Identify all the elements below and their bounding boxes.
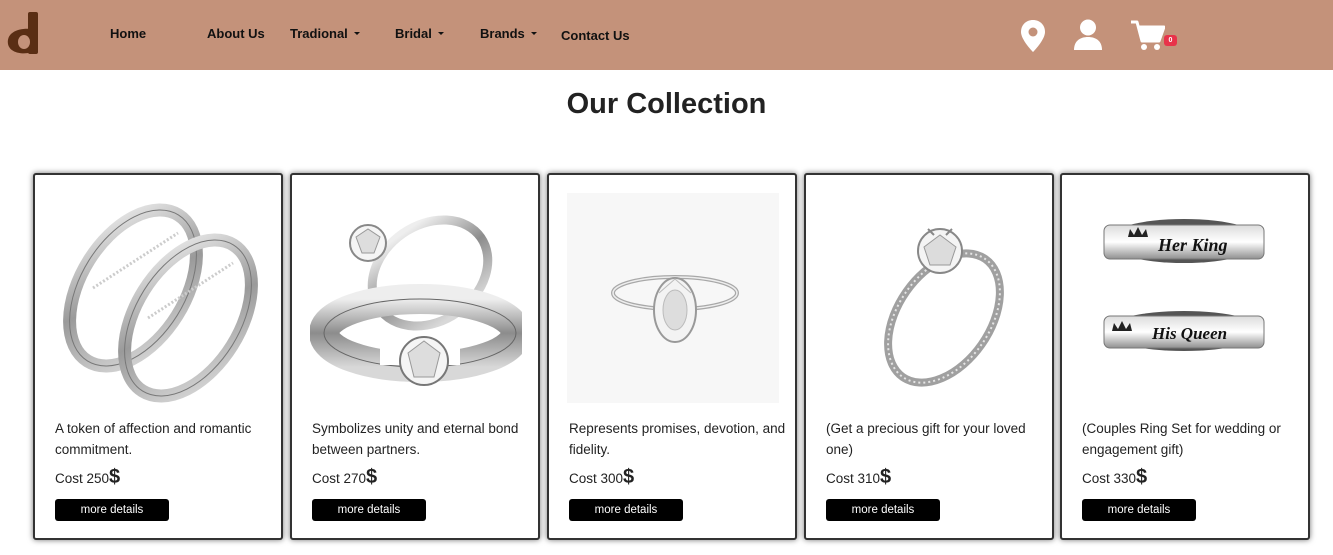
dollar-sign: $ [109,466,121,488]
product-cost: Cost 250$ [55,466,121,488]
product-card: Represents promises, devotion, and fidel… [547,173,797,540]
more-details-button[interactable]: more details [312,499,426,521]
dollar-sign: $ [366,466,378,488]
dollar-sign: $ [1136,466,1148,488]
her-king-engraving: Her King [1157,235,1228,255]
solitaire-pave-ring-icon [884,228,1004,387]
nav-contact-us[interactable]: Contact Us [561,28,630,43]
product-description: Symbolizes unity and eternal bond betwee… [312,421,519,457]
product-description: Represents promises, devotion, and fidel… [569,421,786,457]
chevron-down-icon [353,32,360,35]
chevron-down-icon [437,32,444,35]
nav-tradional-dropdown[interactable]: Tradional [290,26,360,41]
more-details-button[interactable]: more details [55,499,169,521]
product-description: (Couples Ring Set for wedding or engagem… [1082,421,1281,457]
dollar-sign: $ [880,466,892,488]
product-cost: Cost 330$ [1082,466,1148,488]
nav-home[interactable]: Home [110,26,146,41]
product-card: A token of affection and romantic commit… [33,173,283,540]
logo-icon[interactable] [6,12,40,54]
his-queen-engraving: His Queen [1151,324,1227,343]
cart-count-badge: 0 [1164,35,1177,46]
user-icon[interactable] [1074,19,1102,51]
more-details-button[interactable]: more details [569,499,683,521]
navbar: Home About Us Tradional Bridal Brands Co… [0,0,1333,70]
product-card: Symbolizes unity and eternal bond betwee… [290,173,540,540]
product-card: Her King His Queen (Couples Ring Set for… [1060,173,1310,540]
product-cost: Cost 300$ [569,466,635,488]
nav-about-us[interactable]: About Us [207,26,265,41]
more-details-button[interactable]: more details [826,499,940,521]
product-card: (Get a precious gift for your loved one)… [804,173,1054,540]
product-cost: Cost 270$ [312,466,378,488]
her-king-his-queen-rings-icon: Her King His Queen [1103,219,1265,351]
nav-brands-dropdown[interactable]: Brands [480,26,537,41]
nav-bridal-dropdown[interactable]: Bridal [395,26,444,41]
page-title: Our Collection [566,88,767,120]
location-pin-icon[interactable] [1021,20,1045,52]
couple-wave-rings-icon [63,203,258,403]
more-details-button[interactable]: more details [1082,499,1196,521]
cart-icon[interactable] [1131,20,1165,51]
product-cost: Cost 310$ [826,466,892,488]
product-description: (Get a precious gift for your loved one) [826,421,1026,457]
dollar-sign: $ [623,466,635,488]
product-description: A token of affection and romantic commit… [55,421,252,457]
chevron-down-icon [530,32,537,35]
engagement-and-band-rings-icon [310,215,522,386]
oval-diamond-ring-icon [567,193,779,403]
